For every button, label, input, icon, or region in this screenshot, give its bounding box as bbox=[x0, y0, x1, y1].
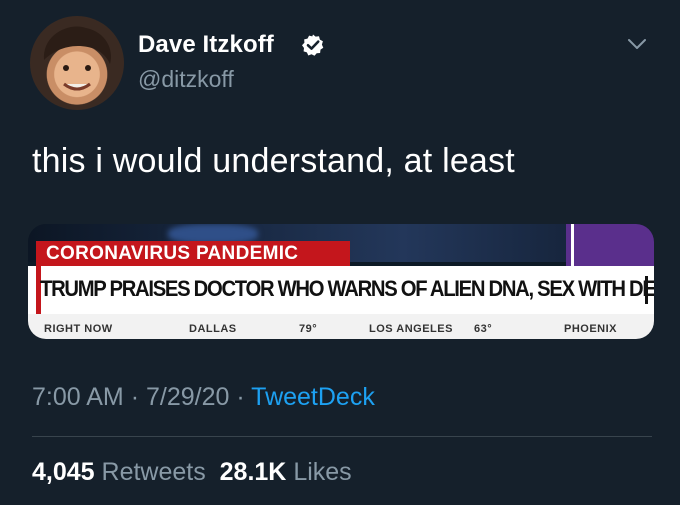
likes-label: Likes bbox=[293, 458, 352, 486]
separator-dot: · bbox=[130, 383, 140, 411]
tweet-stats: 4,045 Retweets 28.1K Likes bbox=[32, 458, 352, 487]
tweet-card: Dave Itzkoff @ditzkoff this i would unde… bbox=[0, 0, 680, 505]
media-ticker: RIGHT NOW DALLAS 79° LOS ANGELES 63° PHO… bbox=[44, 323, 644, 339]
media-headline: TRUMP PRAISES DOCTOR WHO WARNS OF ALIEN … bbox=[40, 276, 654, 301]
tweet-date[interactable]: 7/29/20 bbox=[146, 383, 229, 411]
user-display-name[interactable]: Dave Itzkoff bbox=[138, 31, 274, 59]
ticker-item: LOS ANGELES bbox=[369, 323, 453, 335]
verified-badge-icon bbox=[301, 33, 325, 57]
likes-count: 28.1K bbox=[219, 458, 287, 486]
tweet-media-image[interactable]: CORONAVIRUS PANDEMIC TRUMP PRAISES DOCTO… bbox=[28, 224, 654, 339]
likes-stat[interactable]: 28.1K Likes bbox=[220, 458, 352, 486]
media-panel-divider bbox=[571, 224, 574, 266]
ticker-item: RIGHT NOW bbox=[44, 323, 113, 335]
tweet-text: this i would understand, at least bbox=[32, 142, 515, 180]
avatar[interactable] bbox=[30, 16, 124, 110]
separator-dot: · bbox=[236, 383, 245, 411]
ticker-item: 79° bbox=[299, 323, 318, 335]
tweet-timestamp: 7:00 AM · 7/29/20 · TweetDeck bbox=[32, 383, 375, 412]
retweets-label: Retweets bbox=[101, 458, 206, 486]
retweets-count: 4,045 bbox=[32, 458, 95, 486]
tweet-source-link[interactable]: TweetDeck bbox=[251, 383, 375, 411]
chevron-down-icon[interactable] bbox=[625, 32, 649, 56]
ticker-item: DALLAS bbox=[189, 323, 237, 335]
ticker-item: 63° bbox=[474, 323, 493, 335]
media-purple-panel bbox=[566, 224, 654, 266]
tweet-time[interactable]: 7:00 AM bbox=[32, 383, 124, 411]
retweets-stat[interactable]: 4,045 Retweets bbox=[32, 458, 206, 486]
media-banner: CORONAVIRUS PANDEMIC bbox=[36, 241, 350, 266]
media-headline-end-bar bbox=[645, 276, 648, 304]
divider bbox=[32, 436, 652, 437]
user-handle[interactable]: @ditzkoff bbox=[138, 66, 234, 93]
ticker-item: PHOENIX bbox=[564, 323, 618, 335]
